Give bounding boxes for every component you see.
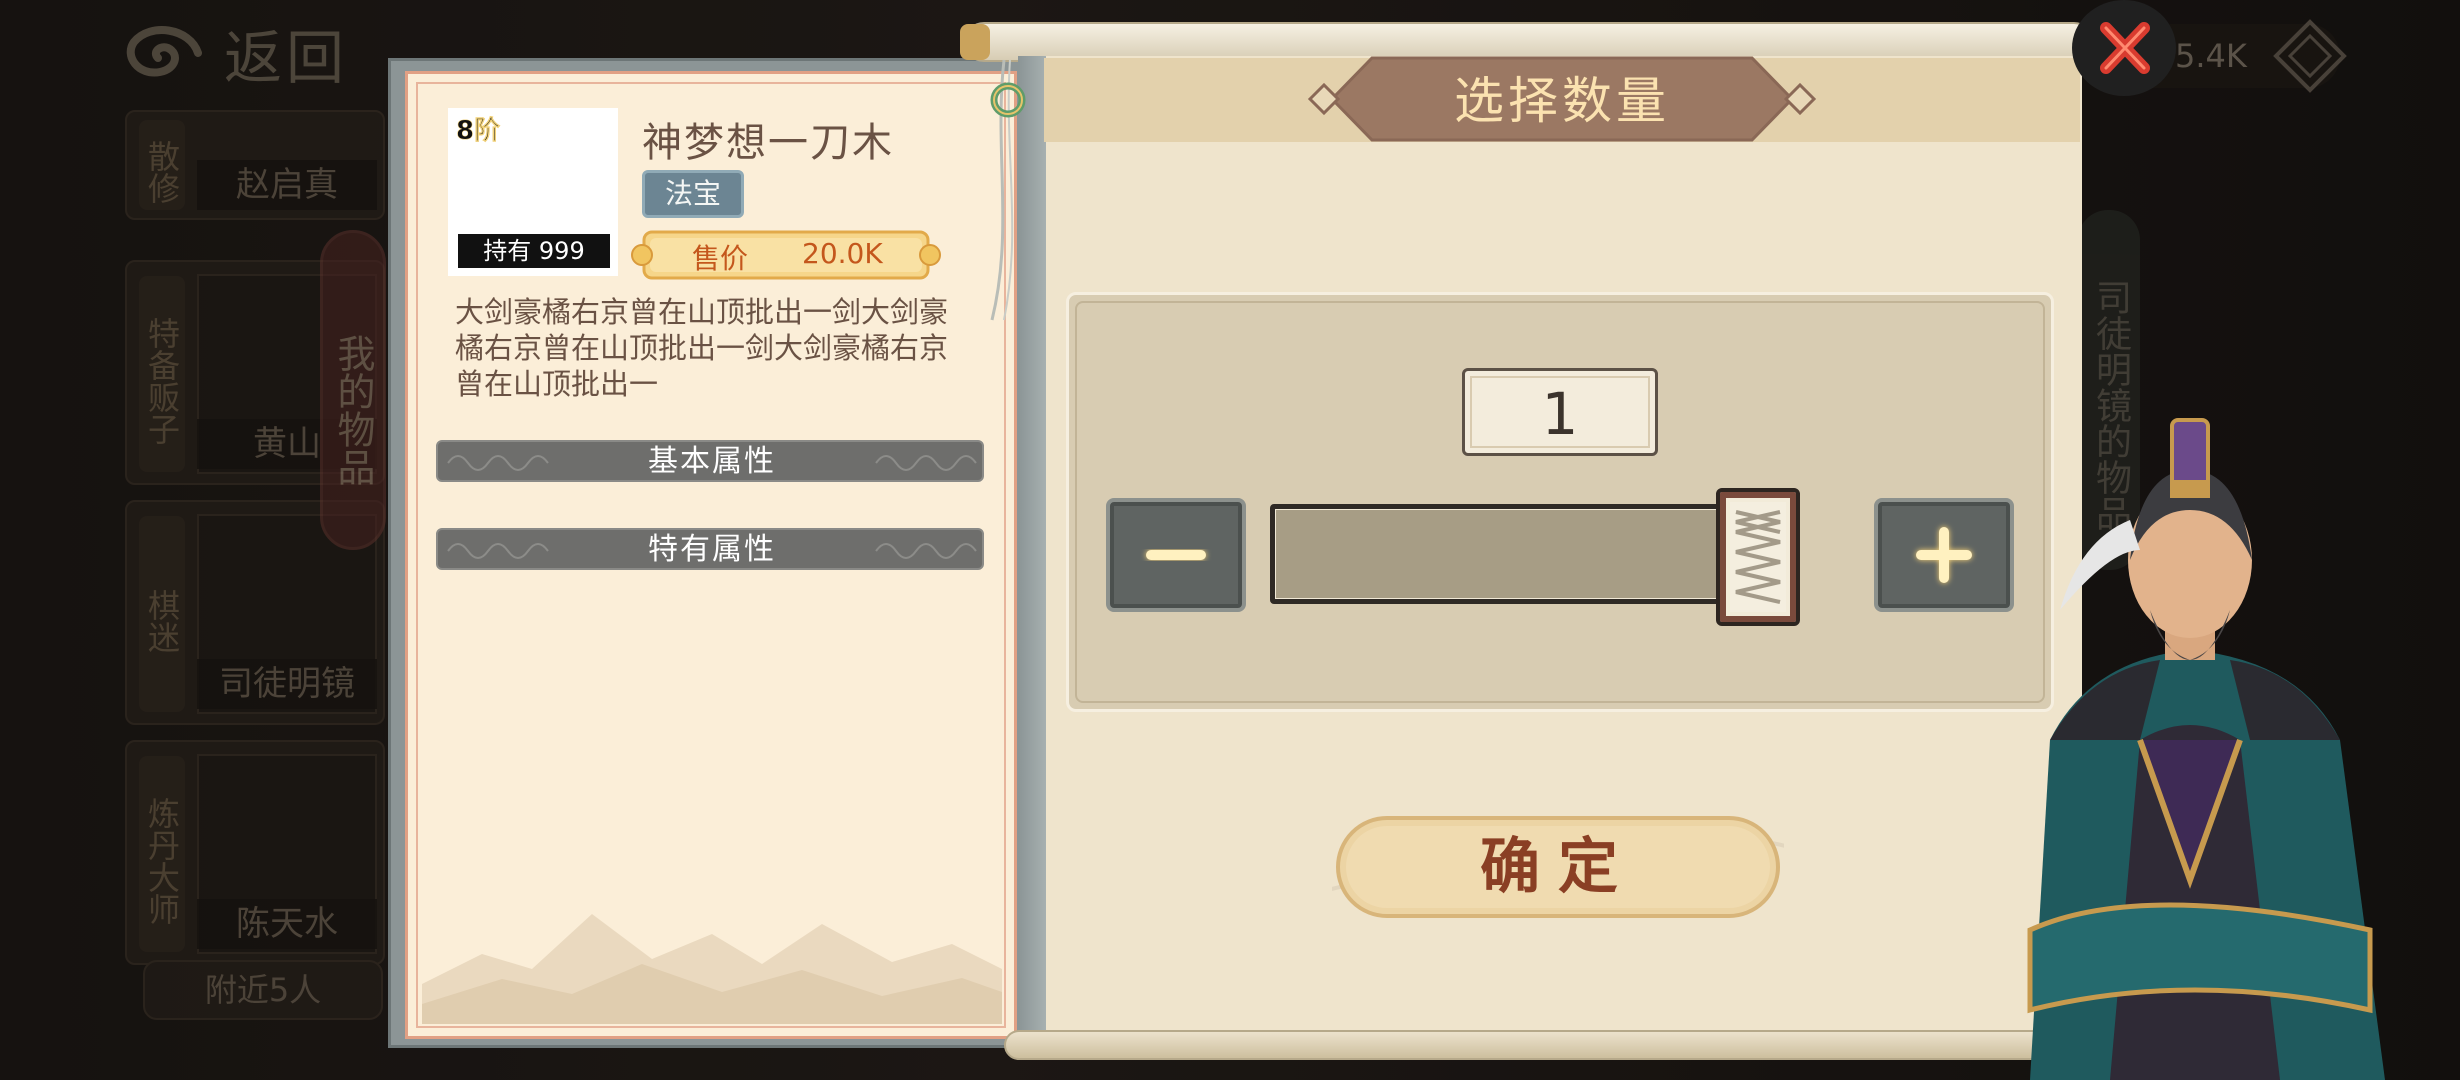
slider-handle[interactable]	[1716, 488, 1800, 626]
close-button[interactable]	[2072, 0, 2176, 96]
npc-character-illustration	[2027, 418, 2385, 1080]
close-icon	[2100, 22, 2150, 74]
handle-pattern	[1730, 502, 1786, 612]
decrease-button[interactable]	[1106, 498, 1246, 612]
item-tier-label: 8阶	[456, 116, 501, 147]
confirm-label: 确定	[1480, 832, 1636, 902]
item-owned-count: 持有 999	[458, 234, 610, 268]
item-name: 神梦想一刀木	[642, 120, 894, 166]
dialog-title: 选择数量	[1454, 72, 1670, 130]
confirm-button[interactable]: 确定	[1332, 812, 1784, 922]
item-description: 大剑豪橘右京曾在山顶批出一剑大剑豪橘右京曾在山顶批出一剑大剑豪橘右京曾在山顶批出…	[455, 295, 949, 401]
jade-pendant-icon	[990, 59, 1026, 321]
special-attributes-label: 特有属性	[648, 532, 776, 567]
special-attributes-header[interactable]: 特有属性	[436, 528, 984, 570]
price-label: 售价	[692, 242, 749, 275]
price-tag-frame	[631, 230, 941, 280]
basic-attributes-label: 基本属性	[648, 444, 776, 479]
basic-attributes-header[interactable]: 基本属性	[436, 440, 984, 482]
mountains-decoration	[422, 914, 1002, 1024]
minus-icon	[1146, 550, 1206, 560]
item-type-badge: 法宝	[642, 170, 744, 218]
item-price-tag: 售价 20.0K	[630, 228, 942, 282]
quantity-value: 1	[1462, 368, 1658, 456]
price-value: 20.0K	[802, 237, 883, 270]
slider-fill	[1276, 510, 1764, 598]
scroll-bottom-rod	[1004, 1030, 2090, 1060]
